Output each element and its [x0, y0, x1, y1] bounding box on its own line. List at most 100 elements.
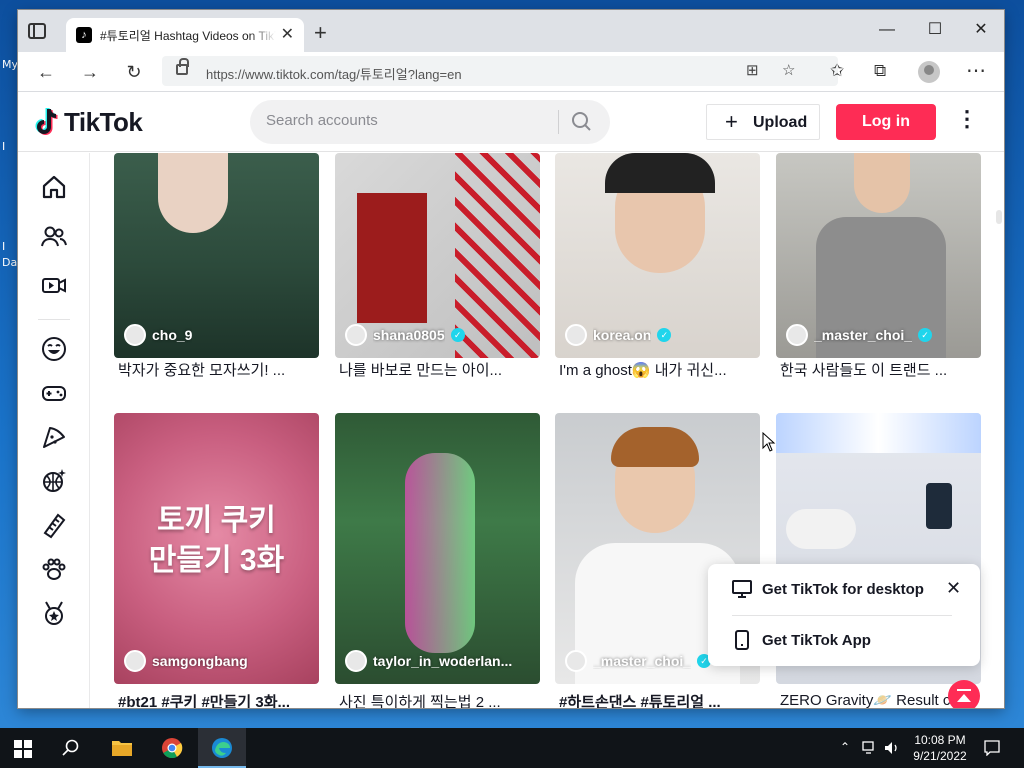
thumbnail-hair: [605, 153, 715, 193]
following-icon[interactable]: [40, 223, 68, 251]
address-bar[interactable]: https://www.tiktok.com/tag/튜토리얼?lang=en …: [162, 56, 838, 86]
tiktok-logo-text[interactable]: TikTok: [64, 107, 143, 138]
login-button[interactable]: Log in: [836, 104, 936, 140]
video-caption[interactable]: 사진 특이하게 찍는법 2 ...: [339, 691, 535, 708]
food-icon[interactable]: [40, 423, 68, 451]
tab-strip: ♪ #튜토리얼 Hashtag Videos on TikTok ✕ + — ☐…: [18, 10, 1004, 52]
minimize-button[interactable]: —: [864, 16, 910, 44]
author-name: shana0805: [373, 327, 445, 343]
reload-button[interactable]: ↻: [120, 58, 148, 86]
search-icon[interactable]: [568, 110, 596, 134]
author-name: _master_choi_: [593, 653, 692, 669]
clock-date: 9/21/2022: [913, 749, 967, 763]
file-explorer-button[interactable]: [98, 728, 146, 768]
author-name: samgongbang: [152, 653, 248, 669]
thumbnail-phone: [926, 483, 952, 529]
video-caption[interactable]: ZERO Gravity🪐 Result c...: [780, 691, 976, 708]
tab-actions-icon[interactable]: [28, 23, 46, 39]
browser-toolbar: ← → ↻ https://www.tiktok.com/tag/튜토리얼?la…: [18, 52, 1004, 92]
folder-icon: [112, 741, 132, 756]
add-favorite-icon[interactable]: ☆: [782, 61, 795, 79]
back-to-top-button[interactable]: [948, 680, 980, 708]
desktop-icon-label[interactable]: I: [2, 240, 5, 253]
beauty-icon[interactable]: [40, 511, 68, 539]
favorites-icon[interactable]: ✩: [830, 61, 844, 81]
avatar: [345, 650, 367, 672]
video-caption[interactable]: #하트손댄스 #튜토리얼 ...: [559, 691, 755, 708]
thumbnail-overlay-text: 토끼 쿠키: [157, 504, 276, 537]
video-thumbnail[interactable]: _master_choi_ ✓: [776, 153, 981, 358]
close-window-button[interactable]: ✕: [958, 16, 1004, 44]
tray-overflow-icon[interactable]: ⌃: [840, 740, 850, 754]
video-caption[interactable]: I'm a ghost😱 내가 귀신...: [559, 359, 755, 380]
page-scrollbar[interactable]: [996, 210, 1002, 224]
video-author[interactable]: shana0805 ✓: [345, 324, 535, 346]
search-icon[interactable]: [62, 739, 80, 757]
tiktok-header: TikTok + Upload Log in ⋮: [18, 92, 1004, 152]
thumbnail-lights: [776, 413, 981, 453]
edge-button[interactable]: [198, 728, 246, 768]
upload-button[interactable]: + Upload: [706, 104, 820, 140]
chrome-button[interactable]: [148, 728, 196, 768]
desktop-icon-label[interactable]: My: [2, 58, 18, 71]
thumbnail-figure: [405, 453, 475, 653]
tiktok-logo-icon[interactable]: [34, 106, 62, 138]
video-author[interactable]: samgongbang: [124, 650, 314, 672]
video-thumbnail[interactable]: korea.on ✓: [555, 153, 760, 358]
browser-tab[interactable]: ♪ #튜토리얼 Hashtag Videos on TikTok ✕: [66, 18, 304, 52]
search-input[interactable]: [266, 112, 546, 129]
avatar: [124, 650, 146, 672]
lock-icon[interactable]: [176, 58, 189, 75]
desktop-icon: [732, 580, 752, 598]
gaming-icon[interactable]: [40, 379, 68, 407]
close-icon[interactable]: ✕: [946, 578, 961, 599]
notifications-icon[interactable]: [984, 740, 1000, 756]
phone-icon: [735, 630, 749, 650]
thumbnail-face: [158, 153, 228, 233]
video-author[interactable]: korea.on ✓: [565, 324, 755, 346]
video-author[interactable]: _master_choi_ ✓: [786, 324, 976, 346]
desktop-icon-label[interactable]: I: [2, 140, 5, 153]
sidebar-divider: [38, 319, 70, 320]
app-available-icon[interactable]: ⊞: [746, 61, 759, 79]
video-author[interactable]: taylor_in_woderlan...: [345, 650, 535, 672]
tab-title: #튜토리얼 Hashtag Videos on TikTok: [100, 29, 276, 43]
windows-start-icon[interactable]: [14, 740, 32, 758]
thumbnail-hair: [611, 427, 699, 467]
get-app-popup: Get TikTok for desktop ✕ Get TikTok App: [708, 564, 980, 666]
verified-badge-icon: ✓: [657, 328, 672, 342]
avatar: [565, 324, 587, 346]
live-icon[interactable]: [40, 271, 68, 299]
video-caption[interactable]: 박자가 중요한 모자쓰기! ...: [118, 359, 314, 380]
get-desktop-link[interactable]: Get TikTok for desktop: [732, 580, 924, 598]
video-author[interactable]: cho_9: [124, 324, 314, 346]
tab-close-icon[interactable]: ✕: [281, 24, 294, 44]
avatar: [565, 650, 587, 672]
video-caption[interactable]: #bt21 #쿠키 #만들기 3화...: [118, 691, 314, 708]
dance-icon[interactable]: [40, 467, 68, 495]
back-button[interactable]: ←: [32, 58, 60, 86]
home-icon[interactable]: [40, 173, 68, 201]
system-clock[interactable]: 10:08 PM 9/21/2022: [908, 732, 972, 764]
video-thumbnail[interactable]: 토끼 쿠키 만들기 3화 samgongbang: [114, 413, 319, 684]
comedy-icon[interactable]: [40, 335, 68, 363]
animals-icon[interactable]: [40, 555, 68, 583]
more-options-icon[interactable]: ⋮: [956, 106, 978, 132]
video-caption[interactable]: 한국 사람들도 이 트랜드 ...: [780, 359, 976, 380]
video-thumbnail[interactable]: shana0805 ✓: [335, 153, 540, 358]
get-desktop-label: Get TikTok for desktop: [762, 580, 924, 598]
sports-icon[interactable]: [40, 599, 68, 627]
video-thumbnail[interactable]: cho_9: [114, 153, 319, 358]
video-caption[interactable]: 나를 바보로 만드는 아이...: [339, 359, 535, 380]
video-thumbnail[interactable]: taylor_in_woderlan...: [335, 413, 540, 684]
forward-button[interactable]: →: [76, 58, 104, 86]
get-app-link[interactable]: Get TikTok App: [732, 630, 871, 650]
desktop-icon-label[interactable]: Da: [2, 256, 17, 269]
network-icon[interactable]: [862, 741, 880, 755]
volume-icon[interactable]: [884, 741, 900, 755]
settings-menu-icon[interactable]: ⋯: [966, 58, 986, 83]
collections-icon[interactable]: ⧉: [874, 61, 886, 81]
new-tab-button[interactable]: +: [314, 20, 327, 46]
profile-avatar[interactable]: [918, 61, 940, 83]
maximize-button[interactable]: ☐: [912, 16, 958, 44]
